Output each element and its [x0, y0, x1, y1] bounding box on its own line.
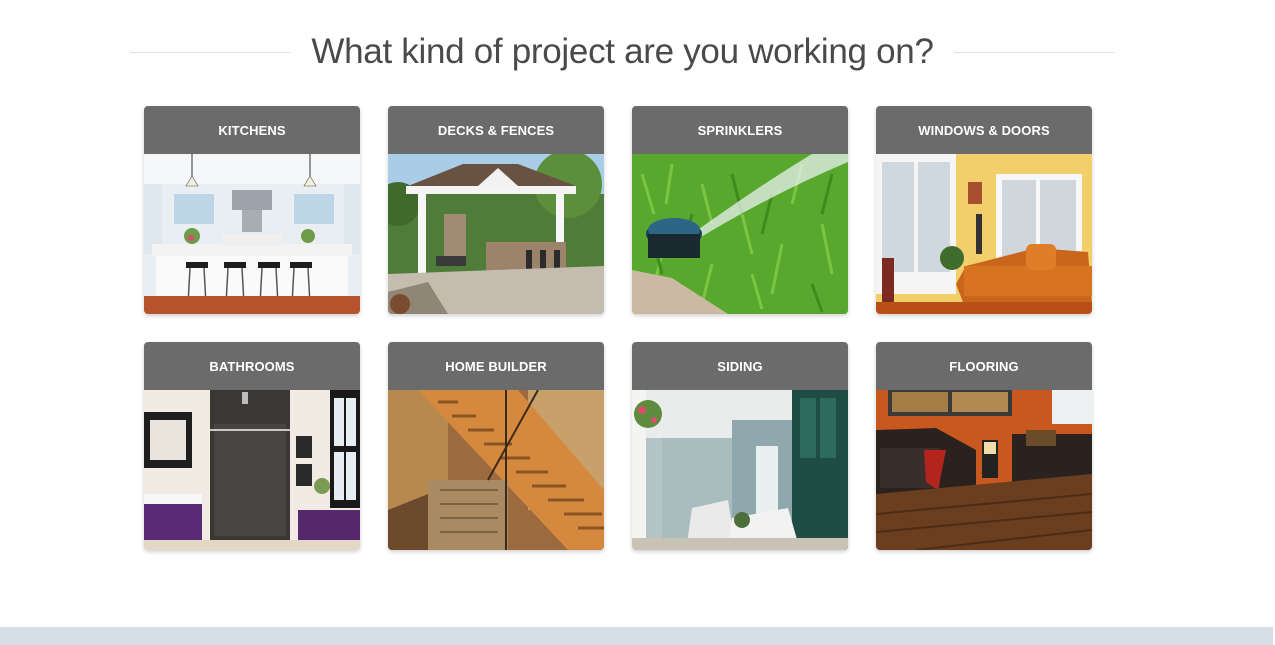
windows-illustration: [876, 154, 1092, 314]
project-card-label: KITCHENS: [144, 106, 360, 154]
stairs-illustration: [388, 390, 604, 550]
project-card-decks-fences[interactable]: DECKS & FENCES: [388, 106, 604, 314]
project-card-label: BATHROOMS: [144, 342, 360, 390]
kitchen-photo: [144, 154, 360, 314]
project-card-home-builder[interactable]: HOME BUILDER: [388, 342, 604, 550]
deck-photo: [388, 154, 604, 314]
sprinkler-photo: [632, 154, 848, 314]
flooring-illustration: [876, 390, 1092, 550]
project-card-flooring[interactable]: FLOORING: [876, 342, 1092, 550]
sprinkler-illustration: [632, 154, 848, 314]
project-grid: KITCHENS DECKS & FENCES SPRINKLERS WINDO…: [0, 0, 1275, 645]
flooring-photo: [876, 390, 1092, 550]
project-card-label: DECKS & FENCES: [388, 106, 604, 154]
project-card-label: SIDING: [632, 342, 848, 390]
windows-photo: [876, 154, 1092, 314]
project-card-siding[interactable]: SIDING: [632, 342, 848, 550]
deck-illustration: [388, 154, 604, 314]
bathroom-illustration: [144, 390, 360, 550]
kitchen-illustration: [144, 154, 360, 314]
project-card-label: WINDOWS & DOORS: [876, 106, 1092, 154]
bathroom-photo: [144, 390, 360, 550]
project-card-sprinklers[interactable]: SPRINKLERS: [632, 106, 848, 314]
project-card-label: FLOORING: [876, 342, 1092, 390]
project-card-windows-doors[interactable]: WINDOWS & DOORS: [876, 106, 1092, 314]
stairs-photo: [388, 390, 604, 550]
siding-photo: [632, 390, 848, 550]
siding-illustration: [632, 390, 848, 550]
project-card-bathrooms[interactable]: BATHROOMS: [144, 342, 360, 550]
project-card-label: HOME BUILDER: [388, 342, 604, 390]
project-card-label: SPRINKLERS: [632, 106, 848, 154]
footer-band: [0, 627, 1275, 645]
project-card-kitchens[interactable]: KITCHENS: [144, 106, 360, 314]
